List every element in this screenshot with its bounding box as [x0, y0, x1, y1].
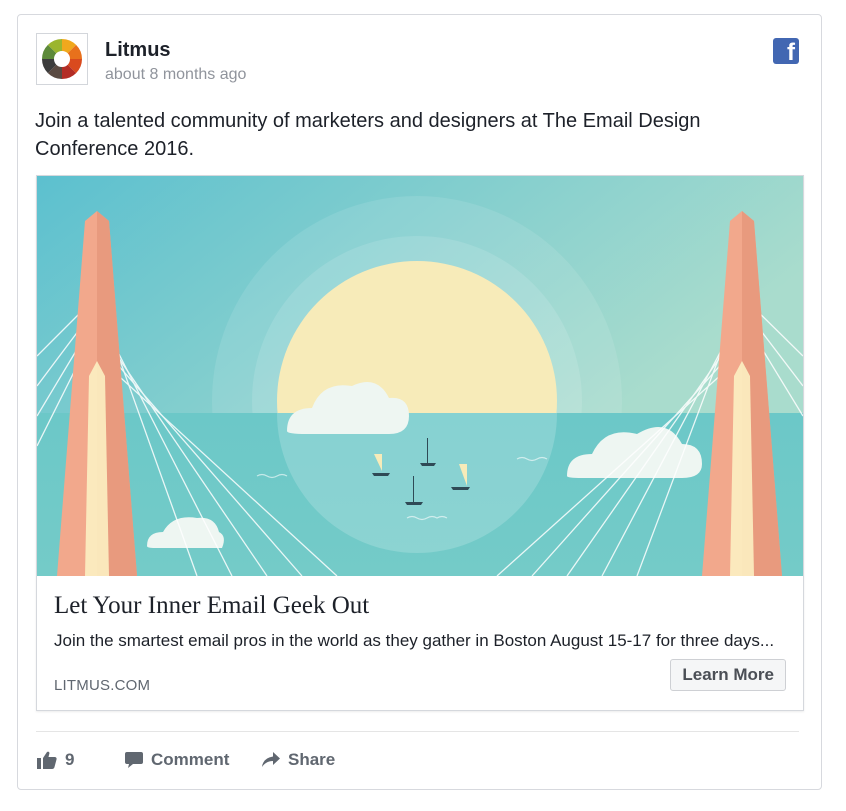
- comment-icon: [125, 751, 143, 768]
- author-name[interactable]: Litmus: [105, 39, 171, 62]
- post-timestamp[interactable]: about 8 months ago: [105, 66, 246, 84]
- facebook-post-card: Litmus about 8 months ago f Join a talen…: [17, 14, 822, 790]
- litmus-logo-icon: [42, 39, 82, 79]
- post-text: Join a talented community of marketers a…: [35, 110, 701, 160]
- link-domain: LITMUS.COM: [54, 677, 151, 694]
- link-preview[interactable]: Let Your Inner Email Geek Out Join the s…: [36, 175, 804, 711]
- divider: [36, 731, 799, 732]
- thumbs-up-icon: [37, 751, 57, 769]
- link-title[interactable]: Let Your Inner Email Geek Out: [54, 592, 369, 620]
- learn-more-button[interactable]: Learn More: [670, 659, 786, 691]
- share-button[interactable]: Share: [262, 750, 335, 770]
- link-description: Join the smartest email pros in the worl…: [54, 631, 775, 650]
- comment-label: Comment: [151, 750, 230, 769]
- share-label: Share: [288, 750, 336, 769]
- facebook-icon[interactable]: f: [773, 38, 799, 64]
- like-count: 9: [65, 750, 75, 769]
- link-preview-image[interactable]: [37, 176, 803, 576]
- share-arrow-icon: [262, 752, 280, 767]
- comment-button[interactable]: Comment: [125, 750, 229, 770]
- like-button[interactable]: 9: [37, 750, 74, 770]
- avatar[interactable]: [36, 33, 88, 85]
